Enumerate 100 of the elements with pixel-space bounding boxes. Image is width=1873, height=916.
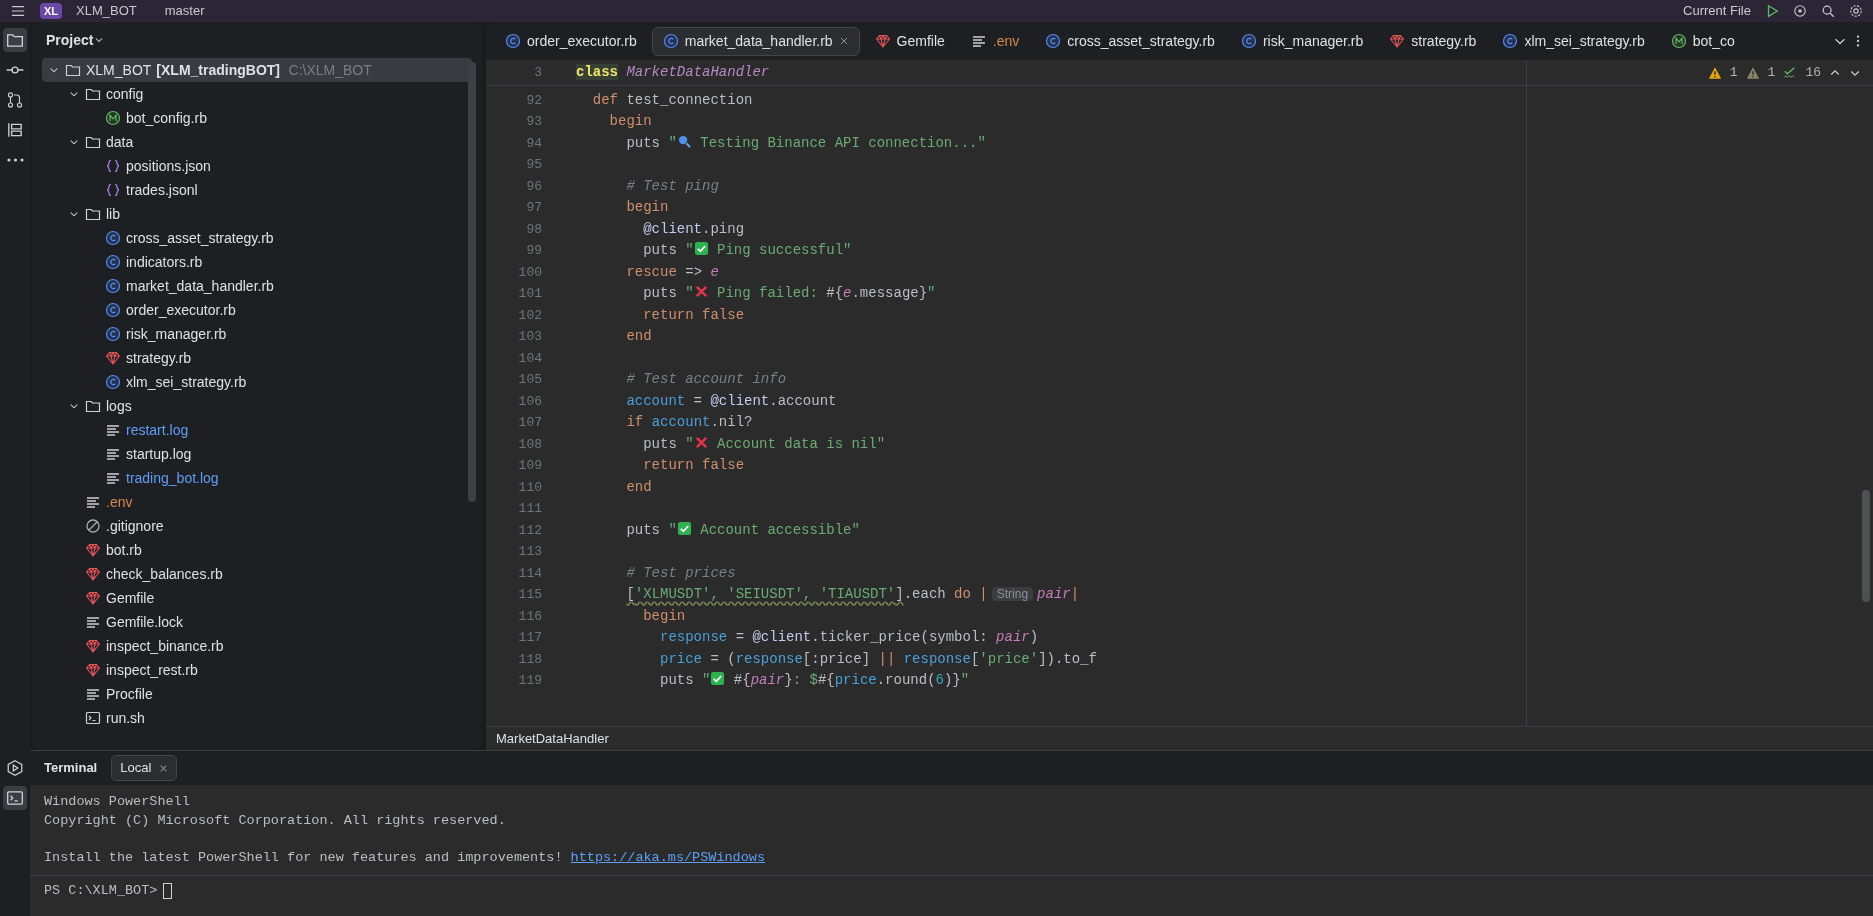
editor-tab[interactable]: strategy.rb <box>1378 26 1488 56</box>
settings-icon[interactable] <box>1849 4 1863 18</box>
class-icon <box>105 326 121 342</box>
weak-warning-count[interactable]: 1 <box>1767 61 1776 84</box>
project-badge: XL <box>40 2 63 20</box>
more-icon <box>6 158 24 162</box>
class-icon <box>662 33 679 49</box>
tree-item[interactable]: risk_manager.rb <box>42 322 472 346</box>
tree-item[interactable]: startup.log <box>42 442 472 466</box>
tree-item[interactable]: logs <box>42 394 472 418</box>
warning-icon[interactable] <box>1707 65 1722 80</box>
file-name: bot.rb <box>106 540 142 560</box>
tool-window-button[interactable] <box>3 28 27 52</box>
line-number: 115 <box>517 586 543 604</box>
tree-item[interactable]: cross_asset_strategy.rb <box>42 226 472 250</box>
scrollbar-thumb[interactable] <box>1862 490 1870 602</box>
tree-item[interactable]: xlm_sei_strategy.rb <box>42 370 472 394</box>
magnifier-icon <box>676 133 692 149</box>
line-number: 3 <box>533 63 543 82</box>
tree-item[interactable]: XLM_BOT [XLM_tradingBOT] C:\XLM_BOT <box>42 58 472 82</box>
file-name: cross_asset_strategy.rb <box>126 228 274 248</box>
class-icon <box>505 33 521 49</box>
tree-item[interactable]: Procfile <box>42 682 472 706</box>
tree-item[interactable]: bot.rb <box>42 538 472 562</box>
scrollbar-thumb[interactable] <box>468 62 476 502</box>
tree-item[interactable]: inspect_rest.rb <box>42 658 472 682</box>
tree-item[interactable]: inspect_binance.rb <box>42 634 472 658</box>
code-line: def test_connection <box>591 90 753 110</box>
code-line: return false <box>642 305 745 325</box>
editor-tab[interactable]: Gemfile <box>863 26 956 56</box>
text-file-icon <box>105 446 121 462</box>
tree-item[interactable]: order_executor.rb <box>42 298 472 322</box>
tree-item[interactable]: positions.json <box>42 154 472 178</box>
editor-tab[interactable]: cross_asset_strategy.rb <box>1034 26 1226 56</box>
run-icon[interactable] <box>1765 4 1779 18</box>
warning-icon[interactable] <box>1745 65 1760 80</box>
tree-item[interactable]: bot_config.rb <box>42 106 472 130</box>
file-name: .gitignore <box>106 516 164 536</box>
code-line: begin <box>608 112 652 131</box>
editor-tab[interactable]: risk_manager.rb <box>1229 26 1375 56</box>
file-name: inspect_binance.rb <box>106 636 224 656</box>
tree-item[interactable]: .gitignore <box>42 514 472 538</box>
braces-icon <box>105 182 121 198</box>
tree-item[interactable]: Gemfile <box>42 586 472 610</box>
panel-title[interactable]: Project <box>46 29 94 51</box>
module-name: [XLM_tradingBOT] <box>156 60 280 80</box>
tree-item[interactable]: data <box>42 130 472 154</box>
breadcrumb[interactable]: MarketDataHandler <box>496 728 609 749</box>
editor-tab[interactable]: order_executor.rb <box>494 26 648 56</box>
terminal-output: Windows PowerShell <box>44 793 191 811</box>
tree-item[interactable]: run.sh <box>42 706 472 730</box>
text-file-icon <box>105 422 121 438</box>
record-icon[interactable] <box>1793 4 1807 18</box>
tree-item[interactable]: check_balances.rb <box>42 562 472 586</box>
project-name[interactable]: XLM_BOT <box>76 1 137 21</box>
tool-window-button[interactable] <box>3 786 27 810</box>
checkmark-icon <box>676 520 692 536</box>
typo-check-icon[interactable] <box>1783 65 1798 80</box>
line-number: 112 <box>517 521 543 540</box>
tree-item[interactable]: trades.jsonl <box>42 178 472 202</box>
tree-item[interactable]: config <box>42 82 472 106</box>
file-name: Procfile <box>106 684 153 704</box>
tree-item[interactable]: market_data_handler.rb <box>42 274 472 298</box>
line-number: 95 <box>525 156 543 174</box>
tree-item[interactable]: lib <box>42 202 472 226</box>
editor-tab[interactable]: market_data_handler.rb <box>651 26 860 56</box>
tree-item[interactable]: strategy.rb <box>42 346 472 370</box>
class-icon <box>105 302 121 318</box>
search-icon[interactable] <box>1821 4 1835 18</box>
folder-icon <box>85 206 101 222</box>
link[interactable]: https://aka.ms/PSWindows <box>570 848 766 867</box>
editor-tab[interactable]: xlm_sei_strategy.rb <box>1491 26 1656 56</box>
editor-tab[interactable]: .env <box>959 26 1031 56</box>
warning-count[interactable]: 1 <box>1729 61 1738 84</box>
file-name: bot_config.rb <box>126 108 207 128</box>
branch-name[interactable]: master <box>164 1 205 21</box>
tree-item[interactable]: restart.log <box>42 418 472 442</box>
pull-request-icon <box>6 91 24 109</box>
file-name: trades.jsonl <box>126 180 198 200</box>
checkmark-icon <box>710 671 726 686</box>
close-icon[interactable] <box>838 36 849 46</box>
tree-item[interactable]: trading_bot.log <box>42 466 472 490</box>
file-name: order_executor.rb <box>126 300 236 320</box>
file-name: xlm_sei_strategy.rb <box>126 372 247 392</box>
folder-icon <box>85 86 101 102</box>
terminal-tab[interactable]: Local <box>111 755 178 781</box>
tree-item[interactable]: indicators.rb <box>42 250 472 274</box>
run-configuration[interactable]: Current File <box>1683 1 1751 21</box>
file-name: config <box>106 84 144 104</box>
line-number: 105 <box>517 371 543 389</box>
tree-item[interactable]: Gemfile.lock <box>42 610 472 634</box>
editor-tab[interactable]: bot_co <box>1659 26 1746 56</box>
tree-item[interactable]: .env <box>42 490 472 514</box>
text-file-icon <box>85 614 101 630</box>
code-line: price = (response[:price] || response['price']).to_f <box>659 649 1097 669</box>
line-number: 119 <box>517 672 543 690</box>
menu-icon[interactable] <box>10 4 26 18</box>
typo-count[interactable]: 16 <box>1805 61 1821 84</box>
file-name: strategy.rb <box>126 348 192 368</box>
close-icon[interactable] <box>159 763 169 773</box>
